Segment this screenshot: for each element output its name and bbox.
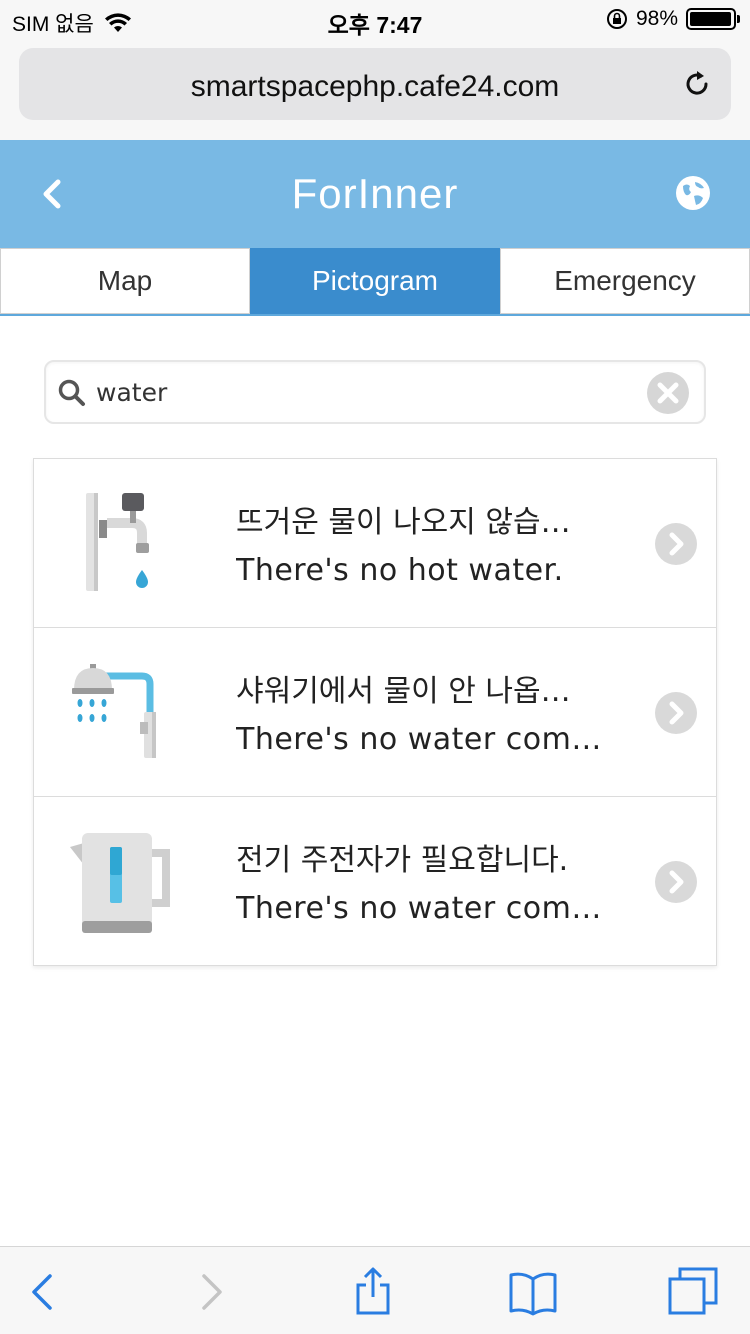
battery-percent: 98% <box>635 7 678 30</box>
browser-back-icon[interactable] <box>18 1267 68 1317</box>
bookmarks-icon[interactable] <box>508 1267 558 1317</box>
result-list: 뜨거운 물이 나오지 않습… There's no hot water. 샤워기… <box>33 458 717 966</box>
clear-search-icon[interactable] <box>646 371 690 415</box>
battery-icon <box>686 8 740 30</box>
rotation-lock-icon <box>606 9 627 29</box>
tab-pictogram[interactable]: Pictogram <box>250 248 500 314</box>
faucet-icon <box>86 493 149 591</box>
search-icon <box>58 379 85 406</box>
list-item[interactable]: 뜨거운 물이 나오지 않습… There's no hot water. <box>34 459 716 628</box>
item-korean-text: 샤워기에서 물이 안 나옵… <box>236 674 571 709</box>
tab-bar: Map Pictogram Emergency <box>0 248 750 316</box>
chevron-right-icon[interactable] <box>654 691 698 735</box>
reload-icon[interactable] <box>681 68 713 100</box>
list-item[interactable]: 샤워기에서 물이 안 나옵… There's no water com… <box>34 628 716 797</box>
status-right: 98% <box>606 7 740 31</box>
item-korean-text: 뜨거운 물이 나오지 않습… <box>236 505 571 540</box>
chevron-right-icon[interactable] <box>654 522 698 566</box>
item-english-text: There's no water com… <box>236 722 602 757</box>
tab-emergency[interactable]: Emergency <box>500 248 750 314</box>
item-korean-text: 전기 주전자가 필요합니다. <box>236 843 569 878</box>
item-english-text: There's no hot water. <box>236 553 564 588</box>
shower-icon <box>72 664 156 758</box>
browser-toolbar <box>0 1246 750 1334</box>
kettle-icon <box>70 833 170 933</box>
share-icon[interactable] <box>348 1267 398 1317</box>
battery-level <box>690 12 732 26</box>
app-title: ForInner <box>291 170 459 217</box>
tab-map[interactable]: Map <box>0 248 250 314</box>
search-input[interactable] <box>96 372 636 412</box>
search-box <box>44 360 706 424</box>
globe-icon[interactable] <box>674 174 712 212</box>
chevron-right-icon[interactable] <box>654 860 698 904</box>
list-item[interactable]: 전기 주전자가 필요합니다. There's no water com… <box>34 797 716 965</box>
app-header: ForInner <box>0 140 750 248</box>
tabs-icon[interactable] <box>668 1267 718 1317</box>
browser-address-area: smartspacephp.cafe24.com <box>0 40 750 140</box>
address-bar[interactable]: smartspacephp.cafe24.com <box>19 48 731 120</box>
status-bar: SIM 없음 오후 7:47 98% <box>0 0 750 40</box>
browser-forward-icon[interactable] <box>186 1267 236 1317</box>
item-english-text: There's no water com… <box>236 891 602 926</box>
url-text[interactable]: smartspacephp.cafe24.com <box>19 70 731 104</box>
